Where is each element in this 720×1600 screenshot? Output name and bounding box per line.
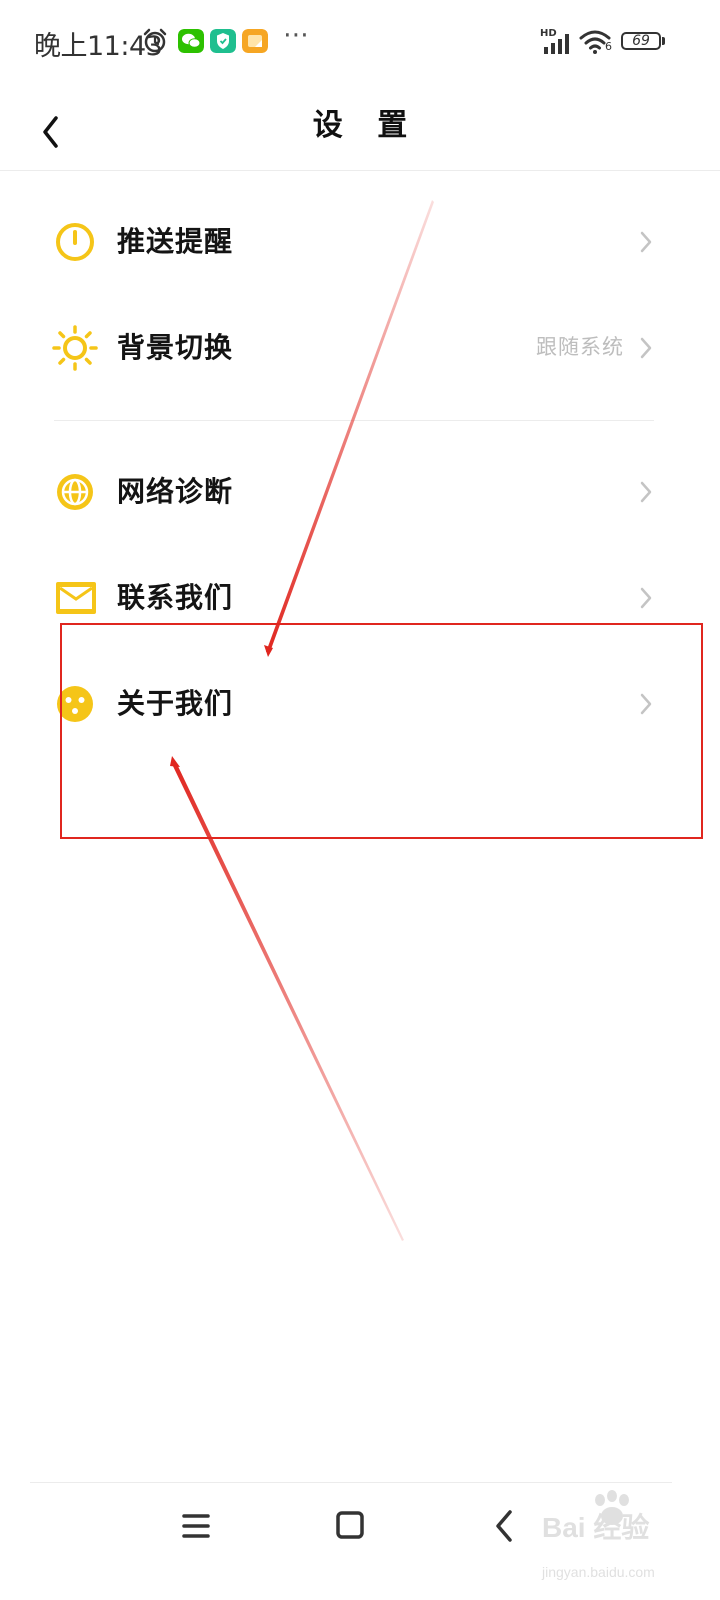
- wechat-icon: [178, 29, 204, 53]
- nav-divider: [30, 1482, 672, 1483]
- menu-item-push-reminder[interactable]: 推送提醒: [0, 192, 720, 292]
- battery-nub: [662, 37, 665, 45]
- chevron-right-icon: [640, 337, 652, 359]
- security-shield-icon: [210, 29, 236, 53]
- menu-item-value: 跟随系统: [536, 335, 624, 359]
- watermark-brand: Bai 经验: [542, 1512, 650, 1543]
- home-square-icon: [336, 1511, 364, 1539]
- header: 设 置: [0, 84, 720, 171]
- globe-icon: [57, 474, 93, 510]
- chevron-right-icon: [640, 693, 652, 715]
- menu-item-label: 推送提醒: [117, 225, 234, 258]
- chevron-right-icon: [640, 231, 652, 253]
- menu-item-background-switch[interactable]: 背景切换 跟随系统: [0, 298, 720, 398]
- menu-nav-button[interactable]: [166, 1500, 226, 1556]
- wifi-band-label: 6: [605, 40, 612, 53]
- back-arrow-icon: [496, 1510, 512, 1542]
- menu-item-label: 背景切换: [117, 331, 234, 364]
- signal-icon: [544, 34, 569, 54]
- menu-item-about-us[interactable]: 关于我们: [0, 654, 720, 754]
- menu-item-network-diagnosis[interactable]: 网络诊断: [0, 442, 720, 542]
- menu-item-label: 关于我们: [117, 687, 234, 720]
- chevron-right-icon: [640, 587, 652, 609]
- back-nav-button[interactable]: [474, 1500, 534, 1556]
- hamburger-icon: [182, 1514, 210, 1538]
- home-nav-button[interactable]: [320, 1500, 380, 1556]
- arrowhead-bottom: [170, 756, 180, 767]
- more-notifications-icon: ⋯: [283, 20, 311, 50]
- smiley-icon: [57, 686, 93, 722]
- clock-icon: [56, 223, 94, 261]
- menu-item-label: 网络诊断: [117, 475, 234, 508]
- sun-icon: [52, 325, 98, 371]
- section-divider: [54, 420, 654, 421]
- chevron-right-icon: [640, 481, 652, 503]
- menu-item-contact-us[interactable]: 联系我们: [0, 548, 720, 648]
- watermark: Bai 经验 jingyan.baidu.com: [538, 1490, 718, 1600]
- mail-icon: [56, 582, 96, 614]
- watermark-url: jingyan.baidu.com: [542, 1564, 655, 1580]
- alarm-icon: [143, 28, 167, 53]
- status-bar: 晚上11:43 ⋯ HD 6 69: [0, 0, 720, 84]
- annotation-arrow-bottom: [171, 762, 404, 1241]
- battery-level: 69: [632, 33, 650, 49]
- page-title: 设 置: [312, 108, 420, 143]
- notes-app-icon: [242, 29, 268, 53]
- menu-item-label: 联系我们: [117, 581, 234, 614]
